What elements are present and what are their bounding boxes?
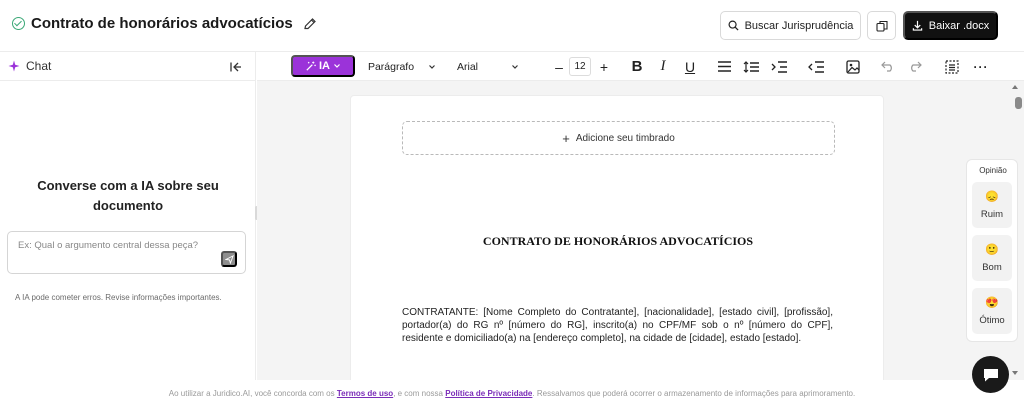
document-canvas: + Adicione seu timbrado CONTRATO DE HONO… (257, 81, 1024, 385)
download-docx-label: Baixar .docx (928, 19, 990, 32)
select-all-icon[interactable] (941, 52, 963, 81)
document-title: Contrato de honorários advocatícios (31, 15, 293, 32)
footer-middle: , e com nossa (393, 388, 443, 398)
feedback-good-button[interactable]: 🙂 Bom (972, 235, 1012, 281)
privacy-policy-link[interactable]: Política de Privacidade (445, 389, 532, 398)
scroll-up-arrow[interactable] (1012, 85, 1018, 89)
saved-check-icon (12, 17, 25, 30)
footer-prefix: Ao utilizar a Juridico.AI, você concorda… (168, 388, 335, 398)
collapse-panel-icon[interactable] (229, 60, 243, 74)
pencil-icon[interactable] (302, 16, 318, 32)
redo-icon[interactable] (905, 52, 925, 81)
bold-icon[interactable]: B (627, 52, 647, 81)
search-jurisprudence-label: Buscar Jurisprudência (744, 19, 854, 32)
chat-input[interactable]: Ex: Qual o argumento central dessa peça? (7, 231, 246, 274)
line-spacing-icon[interactable] (740, 52, 762, 81)
align-justify-icon[interactable] (713, 52, 735, 81)
feedback-widget: Opinião 😞 Ruim 🙂 Bom 😍 Ótimo (966, 159, 1018, 342)
add-letterhead-button[interactable]: + Adicione seu timbrado (402, 121, 835, 155)
outdent-icon[interactable] (805, 52, 827, 81)
feedback-good-label: Bom (982, 261, 1002, 273)
smile-face-icon: 🙂 (985, 243, 999, 256)
paragraph-style-select[interactable]: Parágrafo (361, 52, 443, 81)
feedback-bad-button[interactable]: 😞 Ruim (972, 182, 1012, 228)
title-area: Contrato de honorários advocatícios (12, 15, 318, 32)
underline-icon[interactable]: U (680, 52, 700, 81)
paragraph-style-value: Parágrafo (367, 60, 415, 73)
terms-footer: Ao utilizar a Juridico.AI, você concorda… (0, 380, 1024, 406)
heart-eyes-icon: 😍 (985, 296, 999, 309)
document-page[interactable]: + Adicione seu timbrado CONTRATO DE HONO… (350, 95, 884, 385)
terms-of-use-link[interactable]: Termos de uso (337, 389, 393, 398)
search-icon (728, 20, 739, 31)
insert-image-icon[interactable] (842, 52, 864, 81)
decrease-font-size-button[interactable]: – (550, 52, 568, 81)
font-family-select[interactable]: Arial (457, 52, 535, 81)
increase-font-size-button[interactable]: + (595, 52, 613, 81)
chat-label: Chat (26, 59, 52, 73)
footer-suffix: . Ressalvamos que poderá ocorrer o armaz… (532, 388, 856, 398)
scrollbar-thumb[interactable] (1015, 97, 1022, 109)
plus-icon: + (562, 130, 570, 146)
copy-icon (875, 20, 888, 32)
chat-bubble-icon (983, 368, 998, 381)
chat-empty-heading: Converse com a IA sobre seu documento (37, 178, 219, 213)
ia-dropdown-button[interactable]: IA (291, 55, 355, 77)
search-jurisprudence-button[interactable]: Buscar Jurisprudência (720, 11, 861, 40)
feedback-great-button[interactable]: 😍 Ótimo (972, 288, 1012, 334)
magic-wand-icon (306, 60, 316, 71)
chevron-down-icon (334, 64, 340, 68)
chevron-down-icon (512, 64, 518, 69)
more-options-icon[interactable]: ··· (971, 52, 991, 81)
copy-button[interactable] (867, 11, 896, 40)
font-family-value: Arial (457, 60, 479, 73)
feedback-bad-label: Ruim (980, 208, 1004, 220)
feedback-great-label: Ótimo (979, 314, 1005, 326)
send-icon (224, 254, 234, 264)
font-size-input[interactable]: 12 (569, 57, 591, 76)
chevron-down-icon (429, 64, 435, 69)
sparkle-icon (8, 60, 20, 72)
italic-icon[interactable]: I (653, 52, 673, 81)
sad-face-icon: 😞 (985, 190, 999, 203)
contract-title: CONTRATO DE HONORÁRIOS ADVOCATÍCIOS (482, 234, 754, 248)
indent-icon[interactable] (768, 52, 790, 81)
ia-label: IA (319, 60, 330, 72)
feedback-title: Opinião (979, 166, 1007, 175)
chat-panel-header: Chat (0, 52, 256, 81)
scroll-down-arrow[interactable] (1012, 371, 1018, 375)
chat-panel: Chat Converse com a IA sobre seu documen… (0, 52, 256, 380)
download-icon (912, 20, 922, 31)
app-header: Contrato de honorários advocatícios Busc… (0, 0, 1024, 52)
download-docx-button[interactable]: Baixar .docx (903, 11, 998, 40)
undo-icon[interactable] (878, 52, 898, 81)
editor-toolbar: IA Parágrafo Arial – 12 + B I U ··· (257, 52, 1024, 81)
letterhead-label: Adicione seu timbrado (575, 132, 675, 144)
ai-disclaimer: A IA pode cometer erros. Revise informaç… (15, 293, 222, 302)
contract-paragraph: CONTRATANTE: [Nome Completo do Contratan… (402, 307, 833, 344)
support-chat-button[interactable] (972, 356, 1009, 393)
send-button[interactable] (221, 251, 237, 267)
